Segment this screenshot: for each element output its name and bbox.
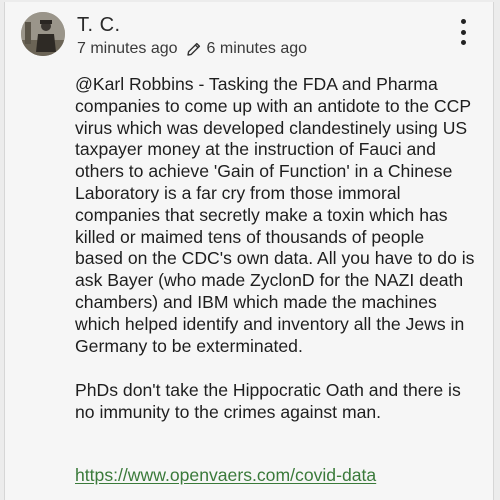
- comment-paragraph: PhDs don't take the Hippocratic Oath and…: [75, 380, 461, 423]
- comment-meta: 7 minutes ago 6 minutes ago: [77, 40, 307, 58]
- openvaers-link[interactable]: https://www.openvaers.com/covid-data: [75, 465, 376, 486]
- comment-body: @Karl Robbins - Tasking the FDA and Phar…: [75, 74, 475, 424]
- avatar[interactable]: [21, 12, 65, 56]
- posted-time: 7 minutes ago: [77, 40, 178, 57]
- author-name[interactable]: T. C.: [77, 14, 121, 37]
- kebab-menu-icon[interactable]: [457, 19, 469, 45]
- comment-paragraph: @Karl Robbins - Tasking the FDA and Phar…: [75, 74, 475, 356]
- avatar-image: [21, 12, 65, 56]
- comment-card: T. C. 7 minutes ago 6 minutes ago @Karl …: [4, 2, 494, 500]
- pencil-icon: [186, 41, 202, 57]
- edited-time: 6 minutes ago: [206, 40, 308, 57]
